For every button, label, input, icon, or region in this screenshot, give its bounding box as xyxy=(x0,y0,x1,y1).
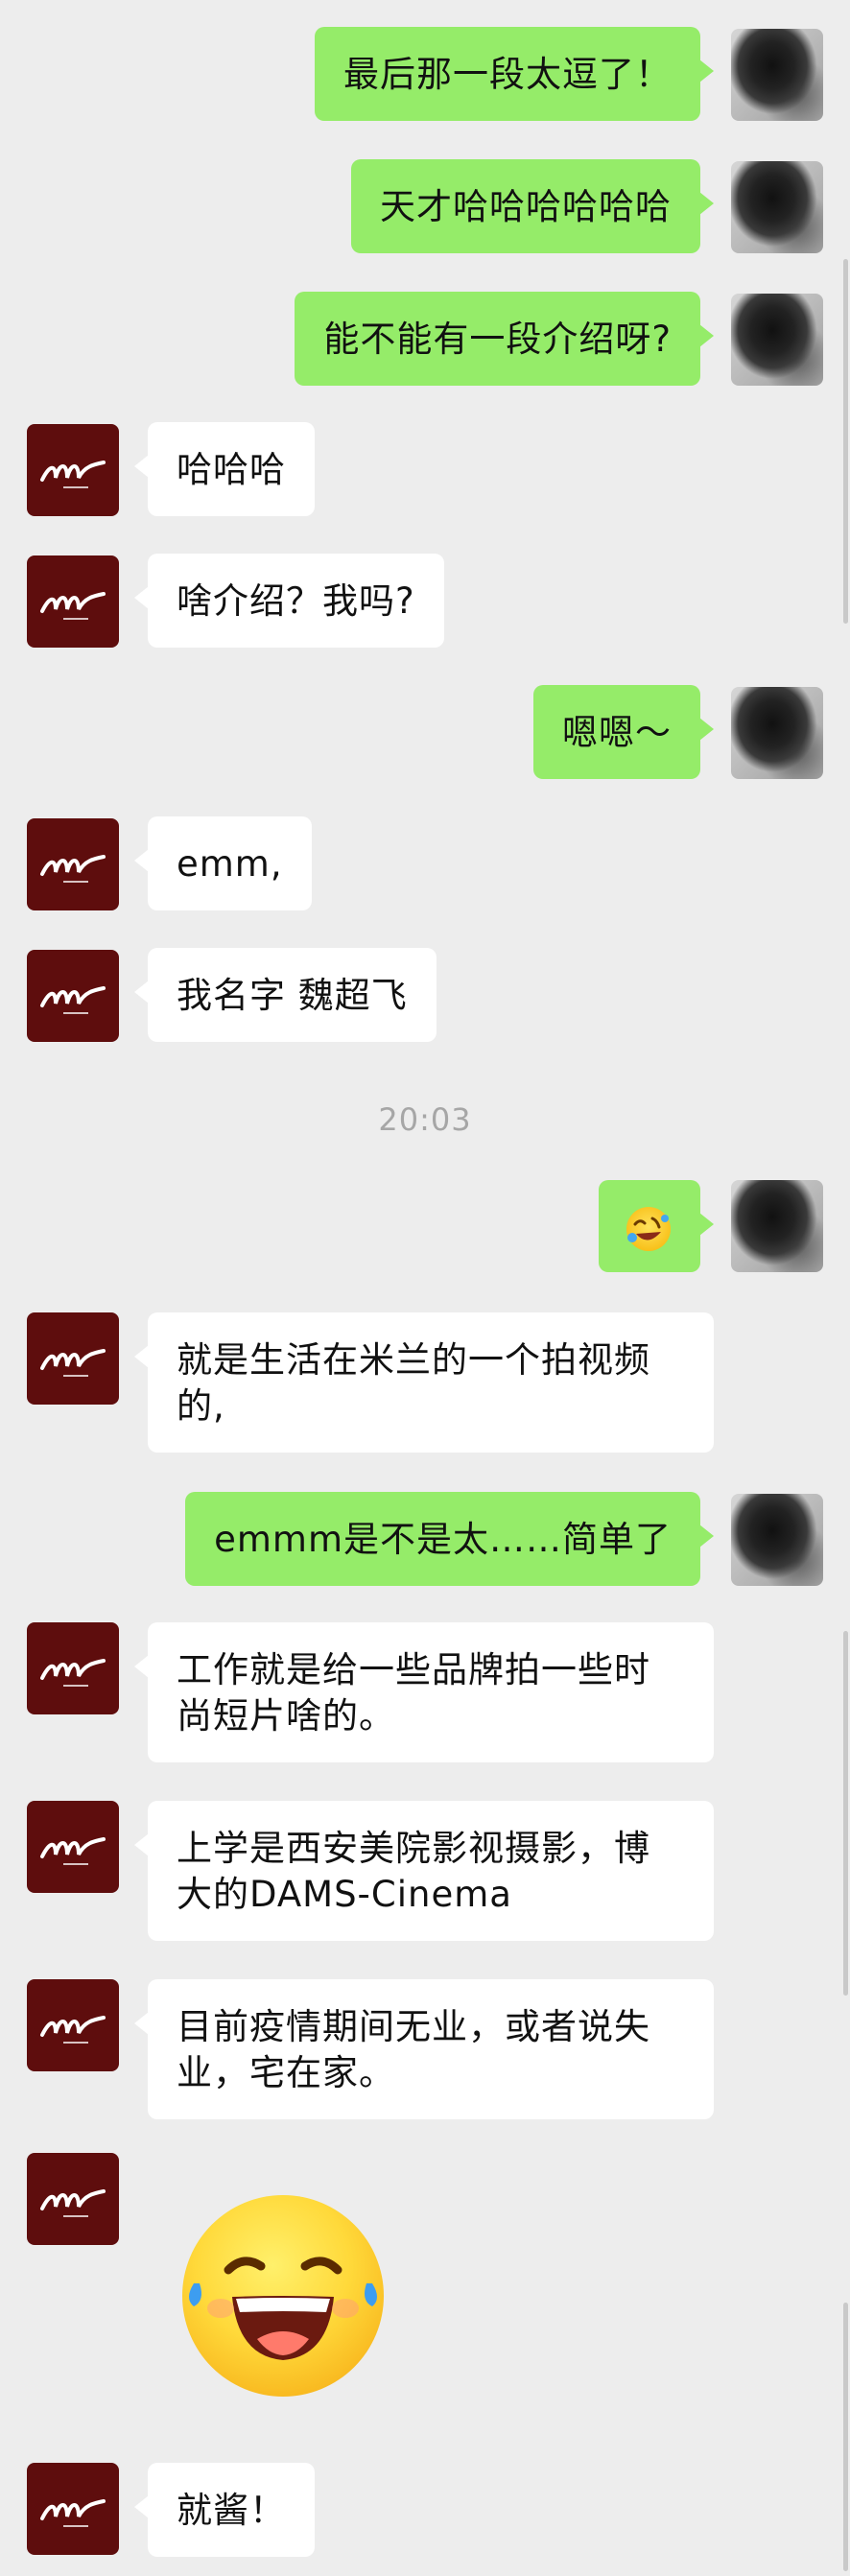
signature-logo-icon xyxy=(40,592,106,620)
message-bubble-me[interactable]: 最后那一段太逗了！ xyxy=(315,27,714,121)
message-bubble-other[interactable]: 上学是西安美院影视摄影，博大的DAMS-Cinema xyxy=(134,1801,714,1941)
contact-avatar[interactable] xyxy=(27,818,119,910)
contact-avatar[interactable] xyxy=(27,1801,119,1893)
contact-avatar[interactable] xyxy=(27,2153,119,2245)
my-avatar[interactable] xyxy=(731,29,823,121)
signature-logo-icon xyxy=(40,2016,106,2044)
message-bubble-other[interactable]: 就酱！ xyxy=(134,2463,315,2557)
signature-logo-icon xyxy=(40,855,106,883)
signature-logo-icon xyxy=(40,2189,106,2217)
message-bubble-other[interactable]: 工作就是给一些品牌拍一些时尚短片啥的。 xyxy=(134,1622,714,1762)
laughing-tears-sticker-icon[interactable] xyxy=(182,2195,384,2397)
message-bubble-other[interactable]: 哈哈哈 xyxy=(134,422,315,516)
signature-logo-icon xyxy=(40,1659,106,1687)
message-bubble-other[interactable]: 我名字 魏超飞 xyxy=(134,948,437,1042)
message-bubble-other[interactable]: emm, xyxy=(134,816,312,910)
my-avatar[interactable] xyxy=(731,161,823,253)
signature-logo-icon xyxy=(40,1349,106,1377)
my-avatar[interactable] xyxy=(731,687,823,779)
contact-avatar[interactable] xyxy=(27,1312,119,1405)
message-bubble-me[interactable] xyxy=(599,1180,714,1272)
message-bubble-me[interactable]: 天才哈哈哈哈哈哈 xyxy=(351,159,714,253)
message-bubble-other[interactable]: 就是生活在米兰的一个拍视频的, xyxy=(134,1312,714,1453)
contact-avatar[interactable] xyxy=(27,1622,119,1714)
my-avatar[interactable] xyxy=(731,294,823,386)
signature-logo-icon xyxy=(40,2499,106,2527)
contact-avatar[interactable] xyxy=(27,555,119,648)
signature-logo-icon xyxy=(40,1837,106,1865)
contact-avatar[interactable] xyxy=(27,424,119,516)
message-bubble-other[interactable]: 目前疫情期间无业，或者说失业，宅在家。 xyxy=(134,1979,714,2119)
contact-avatar[interactable] xyxy=(27,950,119,1042)
chat-timestamp: 20:03 xyxy=(378,1101,472,1138)
message-bubble-me[interactable]: 能不能有一段介绍呀? xyxy=(295,292,714,386)
contact-avatar[interactable] xyxy=(27,2463,119,2555)
my-avatar[interactable] xyxy=(731,1180,823,1272)
scrollbar[interactable] xyxy=(843,259,848,624)
rofl-emoji-icon xyxy=(626,1206,671,1251)
signature-logo-icon xyxy=(40,461,106,488)
my-avatar[interactable] xyxy=(731,1494,823,1586)
scrollbar[interactable] xyxy=(843,2303,848,2571)
contact-avatar[interactable] xyxy=(27,1979,119,2071)
scrollbar[interactable] xyxy=(843,1631,848,1996)
signature-logo-icon xyxy=(40,986,106,1014)
message-bubble-me[interactable]: 嗯嗯～ xyxy=(533,685,714,779)
message-bubble-other[interactable]: 啥介绍？我吗? xyxy=(134,554,444,648)
message-bubble-me[interactable]: emmm是不是太……简单了 xyxy=(185,1492,714,1586)
